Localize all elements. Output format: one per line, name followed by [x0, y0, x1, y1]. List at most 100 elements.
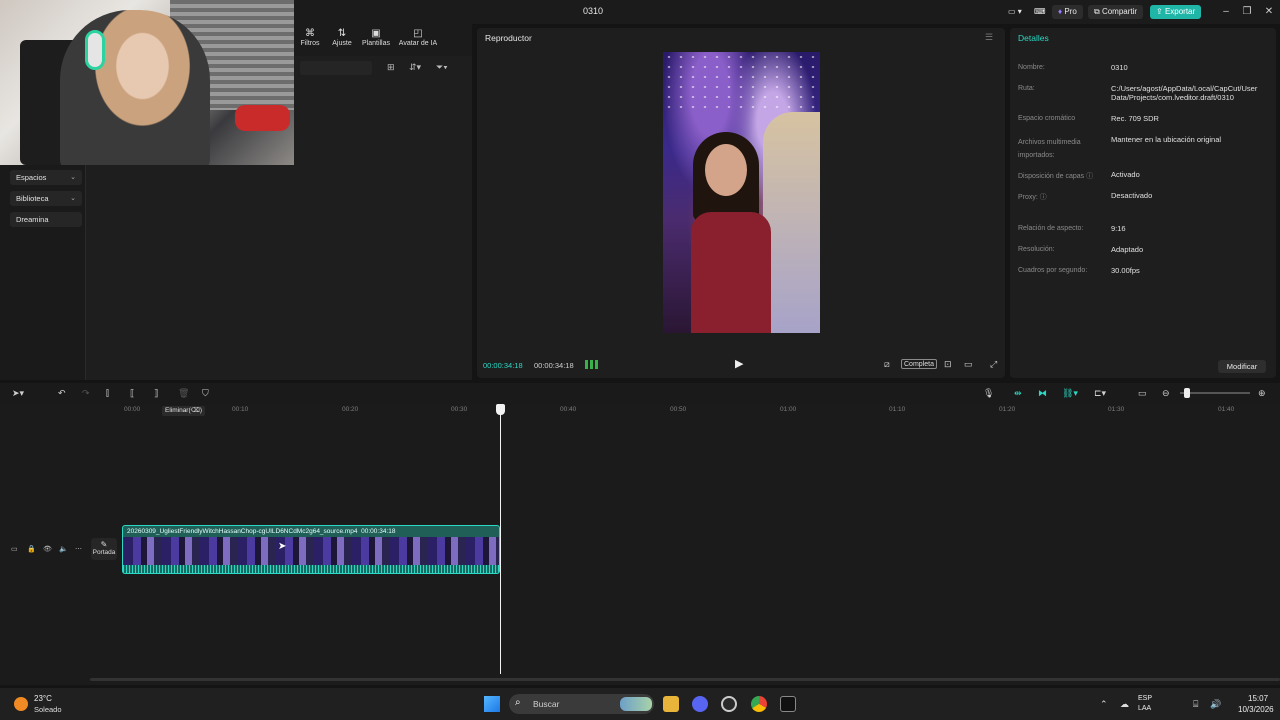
- play-icon[interactable]: ▶: [735, 357, 743, 370]
- chevron-down-icon: ⌄: [70, 195, 76, 202]
- more-icon[interactable]: ⋯: [75, 545, 82, 553]
- file-explorer-icon[interactable]: [663, 696, 679, 712]
- menu-icon[interactable]: ☰: [985, 32, 993, 43]
- ruler-tick: 00:50: [670, 406, 687, 413]
- tab-filters[interactable]: ⌘ Filtros: [298, 28, 322, 47]
- aspect-ratio-icon[interactable]: ▭: [964, 359, 973, 370]
- chevron-down-icon: ⌄: [70, 174, 76, 181]
- link-icon[interactable]: ⛓▾: [1062, 388, 1078, 399]
- network-icon[interactable]: ⌸: [1193, 699, 1198, 710]
- field-label: Disposición de capas ⓘ: [1018, 173, 1094, 180]
- share-label: Compartir: [1101, 7, 1138, 16]
- sidebar-item-label: Biblioteca: [16, 194, 49, 203]
- windows-start-icon[interactable]: [484, 696, 500, 712]
- capcut-icon[interactable]: [780, 696, 796, 712]
- shield-icon[interactable]: ⛉: [202, 388, 209, 399]
- ruler-tick: 00:40: [560, 406, 577, 413]
- ruler-tick: 01:40: [1218, 406, 1235, 413]
- microphone-icon[interactable]: 🎙: [983, 388, 994, 399]
- pro-button[interactable]: ♦ Pro: [1052, 5, 1083, 19]
- field-label: Cuadros por segundo:: [1018, 267, 1088, 274]
- tab-templates[interactable]: ▣ Plantillas: [360, 28, 392, 47]
- layout-icon[interactable]: ▭ ▾: [1004, 5, 1026, 19]
- sidebar-item-biblioteca[interactable]: Biblioteca ⌄: [10, 191, 82, 206]
- undo-icon[interactable]: ↶: [58, 388, 66, 399]
- chevron-up-icon[interactable]: ⌃: [1100, 699, 1108, 710]
- total-timecode: 00:00:34:18: [534, 361, 574, 370]
- zoom-slider-handle[interactable]: [1184, 388, 1190, 398]
- field-value: 0310: [1111, 63, 1128, 72]
- weather-condition[interactable]: Soleado: [34, 705, 62, 714]
- ruler-tick: 01:10: [889, 406, 906, 413]
- select-tool-icon[interactable]: ➤▾: [12, 388, 24, 399]
- modify-button[interactable]: Modificar: [1218, 360, 1266, 373]
- split-icon[interactable]: ⫿: [106, 388, 109, 399]
- ratio-button[interactable]: Completa: [901, 359, 937, 369]
- playhead-handle[interactable]: [496, 404, 505, 415]
- close-icon[interactable]: ✕: [1261, 4, 1277, 20]
- search-highlight-image: [620, 697, 652, 711]
- zoom-in-icon[interactable]: ⊕: [1258, 388, 1266, 399]
- zoom-slider[interactable]: [1180, 392, 1250, 394]
- minimize-icon[interactable]: –: [1218, 4, 1234, 20]
- clip-label: 20260309_UgliestFriendlyWitchHassanChop-…: [127, 528, 395, 535]
- crop-icon[interactable]: ⧄: [884, 359, 890, 370]
- webcam-overlay: [0, 0, 294, 165]
- ruler-tick: 01:00: [780, 406, 797, 413]
- field-label: Resolución:: [1018, 246, 1055, 253]
- snapshot-icon[interactable]: ⊡: [944, 359, 952, 370]
- link-main-track-icon[interactable]: ⇹: [1014, 388, 1022, 399]
- track-toggle-icon[interactable]: ▭: [11, 545, 18, 553]
- video-clip[interactable]: 20260309_UgliestFriendlyWitchHassanChop-…: [122, 525, 500, 574]
- speaker-icon[interactable]: 🔈: [59, 545, 68, 553]
- video-preview[interactable]: [663, 52, 820, 333]
- upload-icon: ⇪: [1156, 7, 1163, 16]
- keyboard-layout-indicator[interactable]: LAA: [1138, 705, 1151, 712]
- zoom-out-icon[interactable]: ⊖: [1162, 388, 1170, 399]
- weather-temperature[interactable]: 23°C: [34, 694, 52, 703]
- split-left-icon[interactable]: ⟦: [130, 388, 134, 399]
- split-right-icon[interactable]: ⟧: [154, 388, 158, 399]
- field-label: Espacio cromático: [1018, 115, 1076, 122]
- ruler-tick: 00:30: [451, 406, 468, 413]
- playhead[interactable]: [500, 404, 501, 674]
- media-search-input[interactable]: [300, 61, 372, 75]
- field-label: Archivos multimedia importados:: [1018, 139, 1081, 159]
- pro-label: Pro: [1064, 7, 1077, 16]
- volume-icon[interactable]: 🔊: [1210, 699, 1221, 710]
- onedrive-icon[interactable]: ☁: [1120, 699, 1129, 710]
- filters-icon: ⌘: [305, 28, 315, 39]
- filter-icon[interactable]: ⏷▾: [436, 62, 448, 73]
- clock-time[interactable]: 15:07: [1248, 694, 1268, 703]
- delete-icon[interactable]: 🗑: [178, 388, 189, 399]
- discord-icon[interactable]: [692, 696, 708, 712]
- sidebar-item-dreamina[interactable]: Dreamina: [10, 212, 82, 227]
- grid-view-icon[interactable]: ⊞: [387, 62, 395, 73]
- weather-icon[interactable]: [14, 697, 28, 711]
- redo-icon[interactable]: ↷: [82, 388, 90, 399]
- lock-icon[interactable]: 🔒: [27, 545, 36, 553]
- caption-icon[interactable]: ▭: [1138, 388, 1147, 399]
- fullscreen-icon[interactable]: ⤢: [990, 359, 997, 370]
- keyboard-icon[interactable]: ⌨: [1030, 5, 1050, 19]
- share-button[interactable]: ⧉ Compartir: [1088, 5, 1144, 19]
- maximize-icon[interactable]: ❐: [1239, 4, 1255, 20]
- clock-date[interactable]: 10/3/2026: [1238, 705, 1274, 714]
- tab-label: Plantillas: [361, 40, 390, 47]
- cover-button[interactable]: ✎ Portada: [91, 538, 117, 560]
- field-value: 9:16: [1111, 224, 1126, 233]
- sidebar-item-espacios[interactable]: Espacios ⌄: [10, 170, 82, 185]
- obs-icon[interactable]: [721, 696, 737, 712]
- eye-icon[interactable]: 👁: [43, 545, 52, 553]
- sort-icon[interactable]: ⇵▾: [409, 62, 421, 73]
- tab-label: Filtros: [300, 40, 320, 47]
- tab-ai-avatar[interactable]: ◰ Avatar de IA: [396, 28, 440, 47]
- export-button[interactable]: ⇪ Exportar: [1150, 5, 1202, 19]
- magnet-icon[interactable]: ⧓: [1038, 388, 1047, 399]
- preview-axis-icon[interactable]: ⊏▾: [1094, 388, 1106, 399]
- language-indicator[interactable]: ESP: [1138, 695, 1152, 702]
- timeline-scrollbar[interactable]: [90, 678, 1280, 681]
- diamond-icon: ♦: [1058, 7, 1063, 16]
- tab-adjust[interactable]: ⇅ Ajuste: [329, 28, 355, 47]
- chrome-icon[interactable]: [751, 696, 767, 712]
